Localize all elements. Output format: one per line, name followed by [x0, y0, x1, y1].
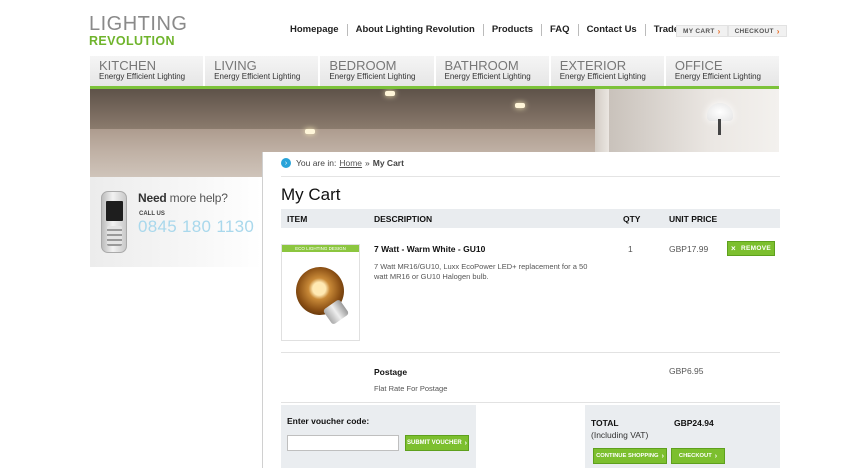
- voucher-label: Enter voucher code:: [287, 416, 370, 426]
- breadcrumb-current: My Cart: [372, 158, 404, 168]
- checkout-label: CHECKOUT: [678, 453, 712, 459]
- category-exterior[interactable]: EXTERIOR Energy Efficient Lighting: [551, 56, 666, 86]
- chevron-right-icon: ›: [717, 26, 721, 36]
- main-content: › You are in: Home » My Cart My Cart ITE…: [262, 152, 780, 468]
- postage-price: GBP6.95: [669, 366, 704, 376]
- close-icon: ×: [731, 244, 736, 253]
- help-more: more help?: [166, 191, 228, 205]
- chevron-right-icon: ›: [776, 26, 780, 36]
- submit-voucher-button[interactable]: SUBMIT VOUCHER ›: [405, 435, 469, 451]
- total-label: TOTAL: [591, 418, 619, 428]
- breadcrumb-prefix: You are in:: [296, 158, 337, 168]
- downlight: [385, 91, 395, 96]
- header-description: DESCRIPTION: [374, 214, 433, 224]
- nav-about[interactable]: About Lighting Revolution: [348, 24, 484, 36]
- help-box: Need more help? CALL US 0845 180 1130: [90, 177, 262, 267]
- voucher-panel: Enter voucher code: SUBMIT VOUCHER ›: [281, 405, 476, 468]
- product-name[interactable]: 7 Watt - Warm White - GU10: [374, 244, 485, 254]
- page-title: My Cart: [281, 185, 341, 204]
- downlight: [305, 129, 315, 134]
- help-need: Need: [138, 191, 167, 205]
- postage-description: Flat Rate For Postage: [374, 384, 448, 393]
- category-name: BATHROOM: [444, 58, 519, 73]
- phone-keypad: [107, 226, 122, 246]
- site-logo[interactable]: LIGHTING REVOLUTION: [89, 14, 187, 48]
- remove-label: REMOVE: [741, 245, 771, 252]
- chevron-right-icon: ›: [714, 452, 718, 460]
- category-bar: KITCHEN Energy Efficient Lighting LIVING…: [90, 56, 779, 86]
- nav-faq[interactable]: FAQ: [542, 24, 579, 36]
- cart-table-header: ITEM DESCRIPTION QTY UNIT PRICE: [281, 209, 780, 228]
- postage-row: Postage Flat Rate For Postage GBP6.95: [281, 353, 780, 403]
- arrow-circle-icon: ›: [281, 158, 291, 168]
- header-unit-price: UNIT PRICE: [669, 214, 718, 224]
- total-panel: TOTAL (Including VAT) GBP24.94 CONTINUE …: [585, 405, 780, 468]
- phone-icon: [101, 191, 127, 253]
- category-subtitle: Energy Efficient Lighting: [444, 72, 531, 81]
- category-subtitle: Energy Efficient Lighting: [99, 72, 186, 81]
- category-bedroom[interactable]: BEDROOM Energy Efficient Lighting: [320, 56, 436, 86]
- category-name: OFFICE: [674, 58, 723, 73]
- checkout-button[interactable]: CHECKOUT ›: [671, 448, 725, 464]
- continue-shopping-label: CONTINUE SHOPPING: [596, 453, 659, 459]
- postage-label: Postage: [374, 367, 408, 377]
- submit-voucher-label: SUBMIT VOUCHER: [406, 440, 462, 446]
- category-name: EXTERIOR: [559, 58, 627, 73]
- category-name: LIVING: [214, 58, 257, 73]
- nav-products[interactable]: Products: [484, 24, 543, 36]
- breadcrumb-separator: »: [365, 158, 370, 168]
- category-name: BEDROOM: [329, 58, 397, 73]
- product-quantity: 1: [628, 244, 633, 254]
- header-item: ITEM: [287, 214, 308, 224]
- category-bathroom[interactable]: BATHROOM Energy Efficient Lighting: [436, 56, 551, 86]
- category-living[interactable]: LIVING Energy Efficient Lighting: [205, 56, 321, 86]
- logo-line-2: REVOLUTION: [89, 34, 175, 48]
- breadcrumb-divider: [281, 176, 780, 177]
- category-subtitle: Energy Efficient Lighting: [329, 72, 416, 81]
- nav-homepage[interactable]: Homepage: [282, 24, 348, 36]
- total-vat-note: (Including VAT): [591, 430, 649, 440]
- header-checkout-button[interactable]: CHECKOUT ›: [727, 25, 787, 37]
- header-checkout-label: CHECKOUT: [734, 27, 774, 35]
- category-subtitle: Energy Efficient Lighting: [674, 72, 761, 81]
- category-kitchen[interactable]: KITCHEN Energy Efficient Lighting: [90, 56, 206, 86]
- chevron-right-icon: ›: [464, 439, 467, 447]
- product-image-tag: ECO LIGHTING DESIGN: [282, 245, 359, 252]
- remove-button[interactable]: × REMOVE: [727, 241, 775, 256]
- lamp-stem: [718, 119, 721, 135]
- cart-item-row: ECO LIGHTING DESIGN 7 Watt - Warm White …: [281, 239, 780, 353]
- product-unit-price: GBP17.99: [669, 244, 709, 254]
- top-navigation: Homepage About Lighting Revolution Produ…: [282, 24, 733, 36]
- downlight: [515, 103, 525, 108]
- phone-number[interactable]: 0845 180 1130: [138, 217, 254, 237]
- category-name: KITCHEN: [99, 58, 157, 73]
- chevron-right-icon: ›: [661, 452, 664, 460]
- breadcrumb: › You are in: Home » My Cart: [281, 158, 404, 168]
- breadcrumb-home-link[interactable]: Home: [339, 158, 362, 168]
- product-image[interactable]: ECO LIGHTING DESIGN: [281, 244, 360, 341]
- nav-contact[interactable]: Contact Us: [579, 24, 646, 36]
- category-subtitle: Energy Efficient Lighting: [559, 72, 646, 81]
- my-cart-label: MY CART: [683, 27, 715, 35]
- logo-line-1: LIGHTING: [89, 13, 188, 35]
- my-cart-button[interactable]: MY CART ›: [676, 25, 728, 37]
- category-subtitle: Energy Efficient Lighting: [214, 72, 301, 81]
- help-heading: Need more help?: [138, 191, 228, 205]
- cart-links: MY CART › CHECKOUT ›: [676, 25, 787, 37]
- total-value: GBP24.94: [674, 418, 714, 428]
- phone-screen: [106, 201, 123, 221]
- product-description: 7 Watt MR16/GU10, Luxx EcoPower LED+ rep…: [374, 262, 588, 281]
- header-qty: QTY: [623, 214, 641, 224]
- continue-shopping-button[interactable]: CONTINUE SHOPPING ›: [593, 448, 667, 464]
- category-office[interactable]: OFFICE Energy Efficient Lighting: [666, 56, 779, 86]
- voucher-input[interactable]: [287, 435, 399, 451]
